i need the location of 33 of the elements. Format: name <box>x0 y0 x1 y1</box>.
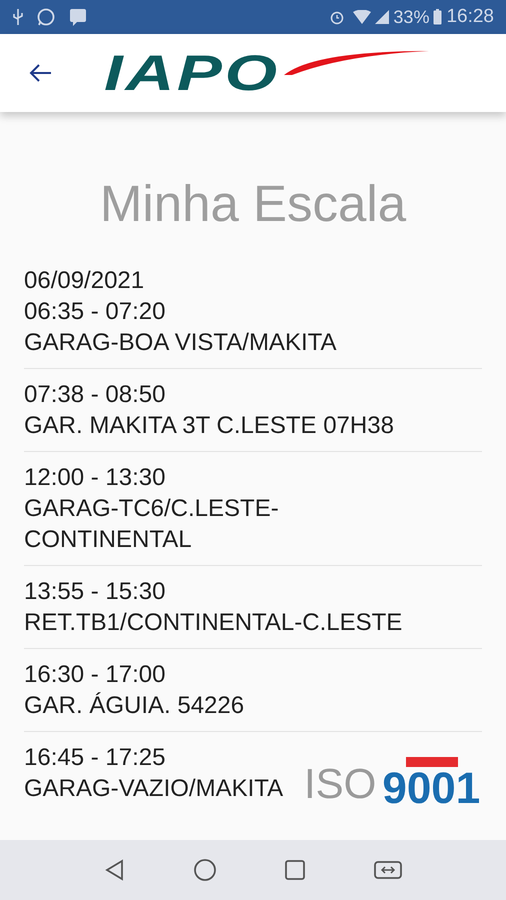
battery-icon <box>433 9 442 25</box>
page-title: Minha Escala <box>98 178 408 229</box>
back-triangle-icon[interactable] <box>104 859 126 881</box>
schedule-line: 06:35 - 07:20 <box>24 297 166 327</box>
chat-bubble-icon <box>36 7 56 27</box>
iso-number-text: 9001 <box>381 767 482 811</box>
schedule-line: RET.TB1/CONTINENTAL-C.LESTE <box>24 608 402 638</box>
schedule-line: 16:30 - 17:00 <box>24 660 166 690</box>
schedule-line: 07:38 - 08:50 <box>24 380 166 410</box>
battery-percentage: 33% <box>393 6 430 28</box>
home-circle-icon[interactable] <box>192 858 216 882</box>
schedule-line: GARAG-BOA VISTA/MAKITA <box>24 328 337 358</box>
schedule-line: 06/09/2021 <box>24 266 144 296</box>
switch-apps-icon[interactable] <box>372 859 402 881</box>
logo-bar-icon <box>406 757 458 767</box>
alarm-clock-icon <box>329 9 346 25</box>
schedule-line: GAR. ÁGUIA. 54226 <box>24 691 244 721</box>
schedule-line: 13:55 - 15:30 <box>24 577 166 607</box>
signal-icon <box>375 10 390 24</box>
clock-time: 16:28 <box>446 4 494 29</box>
usb-icon <box>12 8 24 26</box>
iso-logo-text: ISO <box>304 763 376 805</box>
back-arrow-icon <box>28 63 52 83</box>
schedule-line: CONTINENTAL <box>24 525 192 555</box>
schedule-line: 12:00 - 13:30 <box>24 463 166 493</box>
logo-text: IAPO <box>104 48 280 98</box>
schedule-line: GARAG-VAZIO/MAKITA <box>24 774 284 804</box>
message-icon <box>68 7 88 27</box>
schedule-line: GARAG-TC6/C.LESTE- <box>24 494 279 524</box>
schedule-line: 16:45 - 17:25 <box>24 743 166 773</box>
recents-square-icon[interactable] <box>284 859 306 881</box>
wifi-icon <box>353 10 372 24</box>
schedule-line: GAR. MAKITA 3T C.LESTE 07H38 <box>24 411 394 441</box>
